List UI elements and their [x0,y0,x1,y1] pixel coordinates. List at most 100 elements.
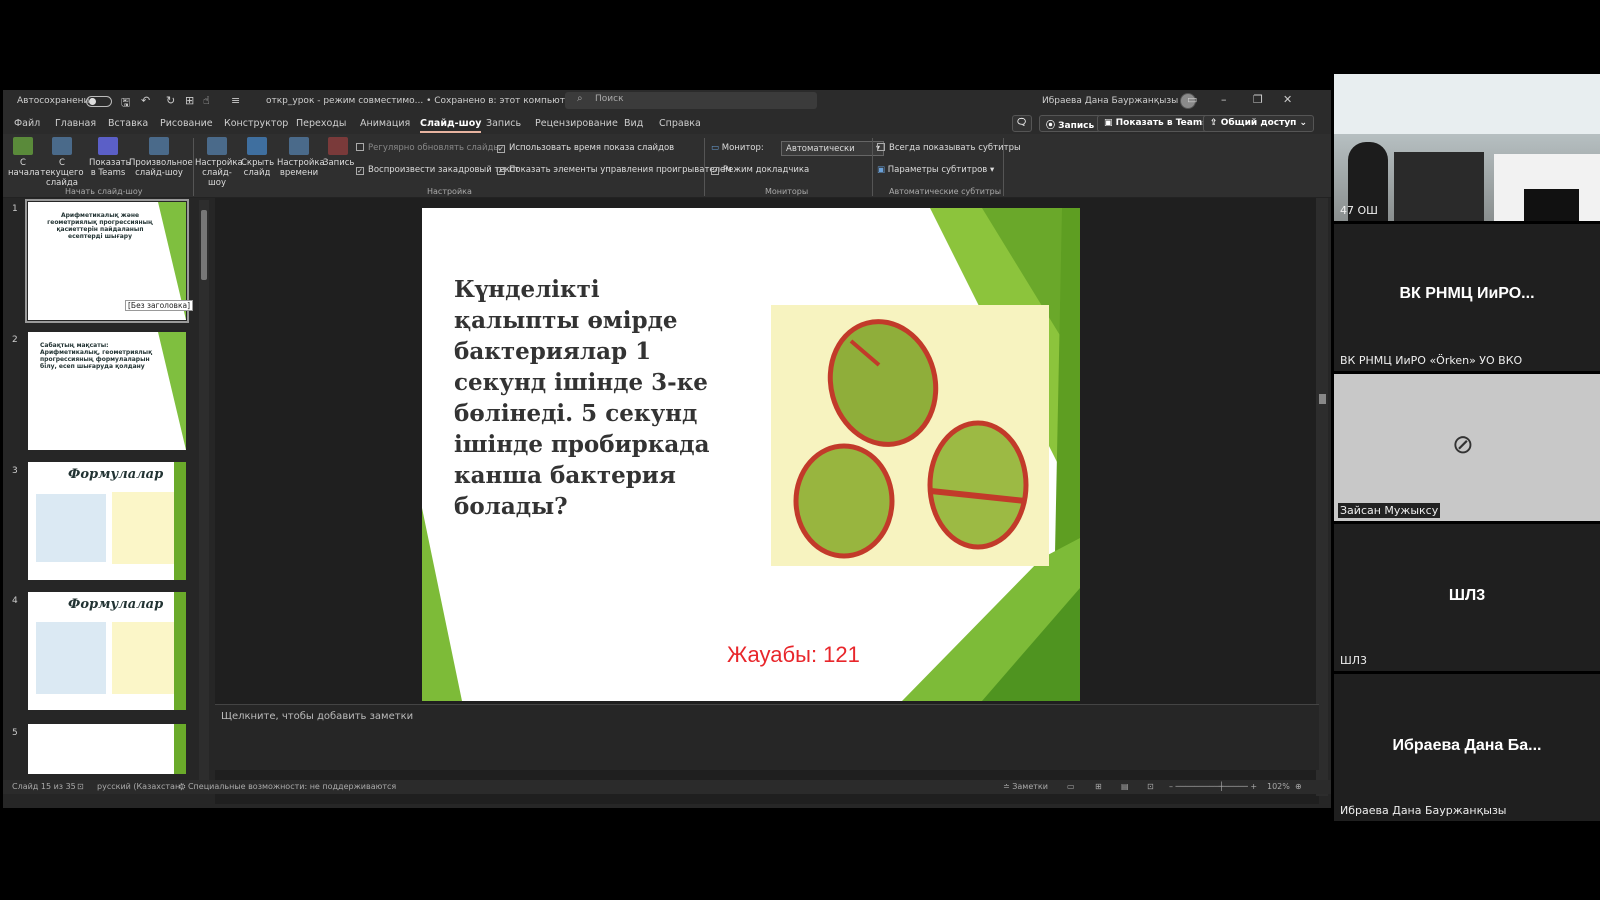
tab-slideshow[interactable]: Слайд-шоу [420,118,482,133]
bacteria-illustration [793,319,1029,559]
tab-help[interactable]: Справка [659,118,701,129]
ribbon-tabs: Файл Главная Вставка Рисование Конструкт… [3,112,1331,134]
participant-tile[interactable]: ШЛ3 ШЛ3 [1334,524,1600,671]
language-indicator[interactable]: русский (Казахстан) [97,782,183,791]
reading-view-icon[interactable]: ▤ [1121,782,1129,791]
redo-icon[interactable]: ↻ [166,94,175,107]
scrollbar-thumb[interactable] [201,210,207,280]
always-captions-label: Всегда показывать субтитры [889,143,1021,153]
monitor-select[interactable]: Автоматически ▾ [781,141,884,156]
media-controls-checkbox[interactable]: ✓ Показать элементы управления проигрыват… [497,165,732,175]
sorter-view-icon[interactable]: ⊞ [1095,782,1102,791]
ribbon-separator [1003,138,1004,196]
slide-thumbnail[interactable]: Формулалар [28,462,186,580]
custom-show-button[interactable]: Произвольное слайд-шоу [129,137,193,178]
slide-answer[interactable]: Жауабы: 121 [727,642,860,668]
thumbnail-number: 3 [12,466,18,476]
from-current-label: С текущего слайда [40,158,84,188]
accessibility-status[interactable]: ⛭ Специальные возможности: не поддержива… [179,782,396,792]
participant-tile[interactable]: 47 ОШ [1334,74,1600,221]
participant-tile[interactable]: ВК РНМЦ ИиРО... ВК РНМЦ ИиРО «Örken» УО … [1334,224,1600,371]
undo-icon[interactable]: ↶ [141,94,150,107]
tab-insert[interactable]: Вставка [108,118,148,129]
narration-checkbox[interactable]: ✓ Воспроизвести закадровый текст [356,165,519,175]
caption-settings-button[interactable]: ▣ Параметры субтитров ▾ [877,165,994,175]
tab-record[interactable]: Запись [486,118,521,129]
record-ribbon-label: Запись [323,158,355,168]
current-slide[interactable]: Күнделікті қалыпты өмірде бактериялар 1 … [422,208,1080,701]
group-label-setup: Настройка [427,187,472,196]
thumbnail-decoration [174,724,186,774]
refresh-label: Регулярно обновлять слайды [368,143,501,153]
presenter-view-checkbox[interactable]: ✓ Режим докладчика [711,165,809,175]
user-name[interactable]: Ибраева Дана Бауржанқызы [1042,96,1178,106]
share-button[interactable]: ⇪ Общий доступ ⌄ [1203,115,1315,132]
participant-tile[interactable]: ⊘ Зайсан Мужыксу [1334,374,1600,521]
normal-view-icon[interactable]: ▭ [1067,782,1075,791]
document-title[interactable]: откр_урок - режим совместимо... • Сохран… [266,96,587,106]
thumbnail-formula-block [112,622,174,694]
thumbnail-number: 2 [12,335,18,345]
slide-thumbnail[interactable]: Сабақтың мақсаты: Арифметикалық, геометр… [28,332,186,450]
present-in-teams-button[interactable]: ▣ Показать в Teams [1097,115,1215,132]
tab-review[interactable]: Рецензирование [535,118,618,129]
custom-show-icon [149,137,169,155]
ribbon: С начала С текущего слайда Показать в Te… [3,134,1331,198]
timings-checkbox[interactable]: ✓ Использовать время показа слайдов [497,143,674,153]
participant-name: Зайсан Мужыксу [1338,503,1441,518]
notes-pane[interactable]: Щелкните, чтобы добавить заметки [215,704,1319,770]
thumbnails-scrollbar[interactable] [199,200,209,790]
slideshow-view-icon[interactable]: ⊡ [1147,782,1154,791]
zoom-level[interactable]: 102% [1267,782,1290,791]
play-current-icon [52,137,72,155]
search-icon: ⌕ [577,93,583,104]
slide-thumbnail[interactable] [28,724,186,774]
tab-draw[interactable]: Рисование [160,118,213,129]
customize-toolbar-icon[interactable]: ≡ [231,94,240,107]
notes-toggle-button[interactable]: ≐ Заметки [1003,782,1048,791]
comments-button[interactable]: 🗨 [1012,115,1032,132]
tab-animations[interactable]: Анимация [360,118,410,129]
participant-name: ШЛ3 [1340,654,1368,667]
thumbnail-number: 1 [12,204,18,214]
minimize-icon[interactable]: – [1221,93,1227,106]
slide-question[interactable]: Күнделікті қалыпты өмірде бактериялар 1 … [454,274,724,522]
save-icon[interactable]: 🖫 [121,94,130,113]
rehearse-button[interactable]: Настройка времени [277,137,325,178]
tab-home[interactable]: Главная [55,118,96,129]
touch-mode-icon[interactable]: ☝ [203,94,210,107]
close-icon[interactable]: ✕ [1283,93,1292,106]
record-button[interactable]: ⦿ Запись [1039,115,1102,132]
scrollbar-thumb[interactable] [1319,394,1326,404]
tab-design[interactable]: Конструктор [224,118,288,129]
from-current-button[interactable]: С текущего слайда [39,137,85,188]
participant-display-name: ВК РНМЦ ИиРО... [1399,285,1535,302]
tab-transitions[interactable]: Переходы [296,118,346,129]
setup-show-button[interactable]: Настройка слайд-шоу [195,137,243,188]
always-captions-checkbox[interactable]: Всегда показывать субтитры [877,143,1021,153]
fit-slide-icon[interactable]: ⊕ [1295,782,1302,791]
thumbnail-number: 4 [12,596,18,606]
record-ribbon-button[interactable]: Запись [323,137,355,168]
zoom-slider[interactable]: – ─────────┼───── + [1169,782,1257,791]
present-teams-ribbon-button[interactable]: Показать в Teams [89,137,131,178]
green-shape [422,508,462,701]
bacteria-image[interactable] [771,305,1049,566]
tab-view[interactable]: Вид [624,118,643,129]
autosave-toggle[interactable] [86,96,112,107]
video-students [1394,152,1484,221]
monitor-label-text: Монитор: [721,143,764,153]
refresh-checkbox[interactable]: Регулярно обновлять слайды [356,143,500,153]
bacterium-cell [793,443,895,559]
spellcheck-icon[interactable]: ⊡ [77,782,84,791]
hide-slide-button[interactable]: Скрыть слайд [241,137,274,178]
tab-file[interactable]: Файл [14,118,40,129]
from-start-button[interactable]: С начала [8,137,40,178]
ribbon-display-icon[interactable]: ▭ [1187,93,1197,106]
restore-icon[interactable]: ❐ [1253,93,1263,106]
slide-counter[interactable]: Слайд 15 из 35 [12,782,76,791]
participant-tile[interactable]: Ибраева Дана Ба... Ибраева Дана Бауржанқ… [1334,674,1600,821]
present-icon[interactable]: ⊞ [185,94,194,107]
search-input[interactable]: ⌕ Поиск [565,92,817,109]
slide-thumbnail[interactable]: Формулалар [28,592,186,710]
